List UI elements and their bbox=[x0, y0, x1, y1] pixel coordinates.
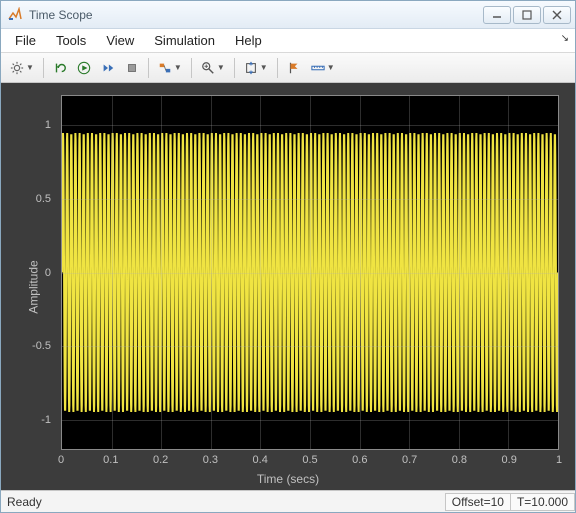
stop-button[interactable] bbox=[120, 56, 144, 80]
gridline-h bbox=[62, 273, 558, 274]
play-button[interactable] bbox=[72, 56, 96, 80]
x-tick-label: 0.5 bbox=[302, 454, 317, 466]
menu-view[interactable]: View bbox=[96, 29, 144, 52]
zoom-button[interactable]: ▼ bbox=[196, 56, 230, 80]
close-button[interactable] bbox=[543, 6, 571, 24]
chevron-down-icon: ▼ bbox=[260, 63, 268, 72]
maximize-icon bbox=[522, 10, 532, 20]
step-button[interactable] bbox=[96, 56, 120, 80]
minimize-icon bbox=[492, 10, 502, 20]
y-tick-label: 0 bbox=[1, 267, 57, 279]
gridline-h bbox=[62, 346, 558, 347]
window-controls bbox=[483, 6, 571, 24]
x-tick-label: 0 bbox=[58, 454, 64, 466]
play-icon bbox=[77, 61, 91, 75]
fit-button[interactable]: ▼ bbox=[239, 56, 273, 80]
status-offset: Offset=10 bbox=[445, 493, 511, 511]
y-tick-label: 0.5 bbox=[1, 193, 57, 205]
y-tick-label: -0.5 bbox=[1, 340, 57, 352]
measure-button[interactable]: ▼ bbox=[306, 56, 340, 80]
x-tick-label: 0.4 bbox=[253, 454, 268, 466]
close-icon bbox=[552, 10, 562, 20]
gridline-h bbox=[62, 420, 558, 421]
axes[interactable] bbox=[61, 95, 559, 450]
chevron-down-icon: ▼ bbox=[174, 63, 182, 72]
gear-icon bbox=[10, 61, 24, 75]
y-tick-label: -1 bbox=[1, 414, 57, 426]
menu-tools[interactable]: Tools bbox=[46, 29, 96, 52]
gridline-h bbox=[62, 199, 558, 200]
zoom-icon bbox=[201, 61, 215, 75]
chevron-down-icon: ▼ bbox=[327, 63, 335, 72]
x-tick-label: 1 bbox=[556, 454, 562, 466]
status-ready: Ready bbox=[7, 495, 42, 509]
x-tick-label: 0.6 bbox=[352, 454, 367, 466]
restart-button[interactable] bbox=[48, 56, 72, 80]
minimize-button[interactable] bbox=[483, 6, 511, 24]
flag-button[interactable] bbox=[282, 56, 306, 80]
toolbar-separator bbox=[43, 58, 44, 78]
dock-pin-icon[interactable]: ↘ bbox=[561, 33, 569, 44]
y-tick-label: 1 bbox=[1, 119, 57, 131]
measure-icon bbox=[311, 61, 325, 75]
toolbar-separator bbox=[234, 58, 235, 78]
x-tick-label: 0.7 bbox=[402, 454, 417, 466]
x-tick-label: 0.8 bbox=[452, 454, 467, 466]
flag-icon bbox=[287, 61, 301, 75]
status-bar: Ready Offset=10 T=10.000 bbox=[1, 490, 575, 512]
step-icon bbox=[101, 61, 115, 75]
config-button[interactable]: ▼ bbox=[5, 56, 39, 80]
highlight-button[interactable]: ▼ bbox=[153, 56, 187, 80]
x-tick-label: 0.2 bbox=[153, 454, 168, 466]
menu-help[interactable]: Help bbox=[225, 29, 272, 52]
toolbar-separator bbox=[277, 58, 278, 78]
title-bar[interactable]: Time Scope bbox=[1, 1, 575, 29]
status-time: T=10.000 bbox=[510, 493, 575, 511]
highlight-icon bbox=[158, 61, 172, 75]
maximize-button[interactable] bbox=[513, 6, 541, 24]
x-tick-label: 0.3 bbox=[203, 454, 218, 466]
menu-file[interactable]: File bbox=[5, 29, 46, 52]
matlab-icon bbox=[7, 7, 23, 23]
app-window: Time Scope File Tools View Simulation He… bbox=[0, 0, 576, 513]
chevron-down-icon: ▼ bbox=[217, 63, 225, 72]
toolbar: ▼ ▼ ▼ ▼ bbox=[1, 53, 575, 83]
plot-area[interactable]: Amplitude Time (secs) 00.10.20.30.40.50.… bbox=[1, 83, 575, 490]
stop-icon bbox=[125, 61, 139, 75]
toolbar-separator bbox=[191, 58, 192, 78]
chevron-down-icon: ▼ bbox=[26, 63, 34, 72]
fit-icon bbox=[244, 61, 258, 75]
restart-icon bbox=[53, 61, 67, 75]
x-tick-label: 0.9 bbox=[502, 454, 517, 466]
window-title: Time Scope bbox=[29, 8, 483, 22]
x-tick-label: 0.1 bbox=[103, 454, 118, 466]
gridline-h bbox=[62, 125, 558, 126]
x-axis-label: Time (secs) bbox=[257, 472, 319, 486]
toolbar-separator bbox=[148, 58, 149, 78]
menu-bar: File Tools View Simulation Help ↘ bbox=[1, 29, 575, 53]
menu-simulation[interactable]: Simulation bbox=[144, 29, 225, 52]
